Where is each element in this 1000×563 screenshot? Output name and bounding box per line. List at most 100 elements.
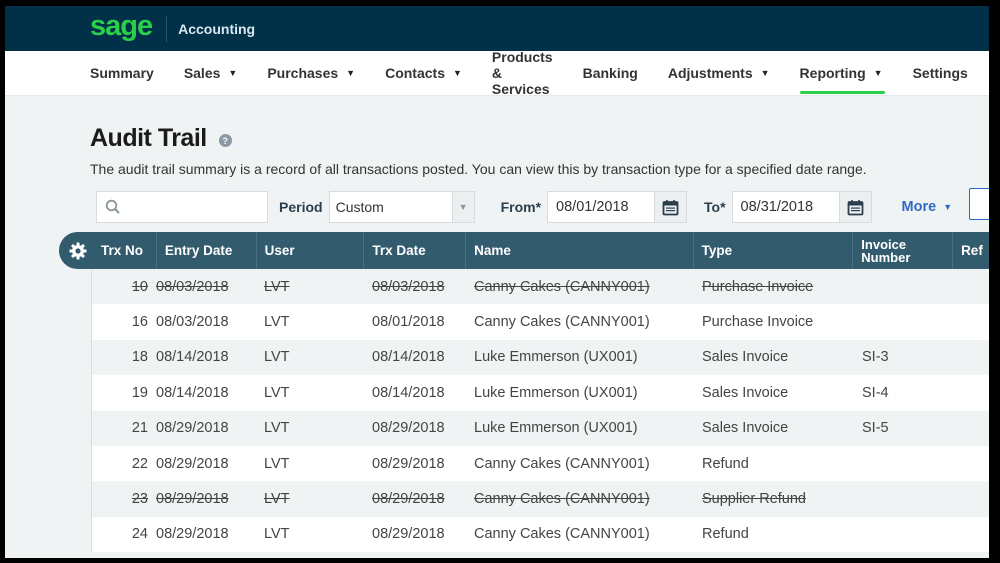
caret-down-icon: ▼ — [346, 68, 356, 78]
cell-trx-date: 08/29/2018 — [372, 526, 445, 543]
cell-type: Purchase Invoice — [702, 278, 814, 295]
from-label: From* — [500, 199, 542, 215]
main-nav: Summary Sales ▼ Purchases ▼ Contacts ▼ Products… — [5, 49, 989, 97]
nav-item-products-services[interactable]: Products & Services — [491, 49, 553, 97]
caret-down-icon: ▼ — [452, 68, 462, 78]
nav-item-label: Sales — [183, 65, 221, 81]
cell-trx-no: 16 — [131, 314, 148, 331]
nav-item-contacts[interactable]: Contacts ▼ — [385, 51, 462, 96]
page-description: The audit trail summary is a record of a… — [90, 161, 867, 177]
column-header-type[interactable]: Type — [694, 232, 854, 269]
cell-type: Sales Invoice — [702, 349, 789, 366]
table-row[interactable]: 24 08/29/2018 LVT 08/29/2018 Canny Cakes (CA… — [92, 516, 989, 553]
more-filters-button[interactable]: More ▼ — [902, 199, 953, 215]
calendar-icon[interactable] — [838, 192, 871, 222]
cell-trx-date: 08/14/2018 — [372, 384, 445, 401]
cell-trx-no: 22 — [131, 455, 148, 472]
cell-trx-no: 10 — [131, 278, 148, 295]
caret-down-icon: ▼ — [228, 68, 238, 78]
gear-icon — [69, 242, 87, 259]
nav-item-reporting[interactable]: Reporting ▼ — [799, 51, 885, 96]
period-value: Custom — [335, 199, 384, 215]
cell-trx-no: 24 — [131, 526, 148, 543]
cell-name: Canny Cakes (CANNY001) — [474, 455, 650, 472]
cell-entry-date: 08/14/2018 — [156, 384, 229, 401]
column-header-trx-no[interactable]: Trx No — [93, 232, 157, 269]
cell-invoice: SI-4 — [862, 384, 889, 401]
period-select[interactable]: Custom ▼ — [328, 191, 475, 223]
cell-trx-no: 18 — [131, 349, 148, 366]
period-label: Period — [279, 199, 323, 215]
table-row[interactable]: 16 08/03/2018 LVT 08/01/2018 Canny Cakes (CA… — [92, 304, 989, 340]
nav-item-label: Contacts — [385, 65, 445, 81]
column-header-trx-date[interactable]: Trx Date — [364, 232, 467, 269]
search-input[interactable] — [96, 191, 268, 223]
nav-item-banking[interactable]: Banking — [583, 51, 638, 96]
column-header-name[interactable]: Name — [466, 232, 694, 269]
cell-entry-date: 08/03/2018 — [156, 278, 229, 295]
action-button-partial[interactable] — [969, 188, 989, 220]
cell-trx-no: 23 — [131, 491, 148, 508]
app-name: Accounting — [178, 20, 256, 37]
column-settings-button[interactable] — [59, 232, 93, 269]
cell-name: Luke Emmerson (UX001) — [474, 384, 638, 401]
cell-user: LVT — [264, 384, 290, 401]
cell-trx-date: 08/29/2018 — [372, 420, 445, 437]
table-row[interactable]: 10 08/03/2018 LVT 08/03/2018 Canny Cakes (CA… — [92, 269, 989, 305]
nav-item-settings[interactable]: Settings — [913, 51, 968, 96]
column-header-entry-date[interactable]: Entry Date — [157, 232, 257, 269]
caret-down-icon: ▼ — [873, 68, 883, 78]
nav-item-purchases[interactable]: Purchases ▼ — [267, 51, 355, 96]
cell-name: Canny Cakes (CANNY001) — [474, 278, 650, 295]
page-content: Audit Trail ? The audit trail summary is… — [5, 124, 989, 223]
cell-name: Luke Emmerson (UX001) — [474, 349, 638, 366]
table-row[interactable]: 21 08/29/2018 LVT 08/29/2018 Luke Emmerson (… — [92, 410, 989, 446]
cell-user: LVT — [264, 491, 290, 508]
cell-entry-date: 08/14/2018 — [156, 349, 229, 366]
table-row[interactable]: 18 08/14/2018 LVT 08/14/2018 Luke Emmerson (… — [92, 339, 989, 376]
cell-type: Sales Invoice — [702, 384, 789, 401]
nav-item-label: Products & Services — [491, 49, 553, 97]
to-date-value: 08/31/2018 — [740, 199, 814, 215]
search-icon — [105, 199, 120, 214]
nav-item-label: Purchases — [267, 65, 339, 81]
help-icon[interactable]: ? — [218, 134, 232, 147]
nav-item-label: Banking — [582, 65, 638, 81]
cell-invoice: SI-3 — [862, 349, 889, 366]
caret-down-icon: ▼ — [760, 68, 770, 78]
sage-logo[interactable]: sage — [90, 12, 153, 41]
cell-type: Refund — [702, 455, 749, 472]
cell-name: Canny Cakes (CANNY001) — [474, 314, 650, 331]
from-date-field[interactable]: 08/01/2018 — [547, 191, 688, 223]
page-title: Audit Trail — [90, 124, 207, 152]
nav-item-adjustments[interactable]: Adjustments ▼ — [668, 51, 770, 96]
to-label: To* — [704, 199, 726, 215]
chevron-down-icon[interactable]: ▼ — [451, 192, 474, 222]
from-date-value: 08/01/2018 — [556, 199, 629, 215]
table-row[interactable]: 19 08/14/2018 LVT 08/14/2018 Luke Emmerson (… — [92, 375, 989, 411]
table-row[interactable]: 23 08/29/2018 LVT 08/29/2018 Canny Cakes (CA… — [92, 481, 989, 517]
cell-type: Sales Invoice — [702, 420, 789, 437]
table-row[interactable]: 22 08/29/2018 LVT 08/29/2018 Canny Cakes (CA… — [92, 445, 989, 482]
nav-item-label: Settings — [912, 65, 968, 81]
nav-item-sales[interactable]: Sales ▼ — [184, 51, 238, 96]
cell-name: Canny Cakes (CANNY001) — [474, 526, 650, 543]
cell-trx-date: 08/29/2018 — [372, 491, 445, 508]
column-header-user[interactable]: User — [257, 232, 365, 269]
table-body: 10 08/03/2018 LVT 08/03/2018 Canny Cakes (CA… — [91, 269, 989, 553]
cell-trx-no: 21 — [131, 420, 148, 437]
more-label: More — [901, 199, 937, 215]
column-header-invoice-number[interactable]: Invoice Number — [853, 232, 954, 269]
cell-name: Luke Emmerson (UX001) — [474, 420, 638, 437]
top-bar: sage Accounting — [5, 6, 989, 51]
cell-user: LVT — [264, 420, 290, 437]
cell-user: LVT — [264, 455, 290, 472]
to-date-field[interactable]: 08/31/2018 — [731, 191, 872, 223]
calendar-icon[interactable] — [654, 192, 687, 222]
cell-name: Canny Cakes (CANNY001) — [474, 491, 650, 508]
caret-down-icon: ▼ — [943, 202, 953, 212]
cell-trx-date: 08/01/2018 — [372, 314, 445, 331]
nav-item-summary[interactable]: Summary — [90, 51, 154, 96]
column-header-ref[interactable]: Ref — [953, 232, 989, 269]
table-header: Trx No Entry Date User Trx Date Name Typ… — [59, 232, 989, 269]
